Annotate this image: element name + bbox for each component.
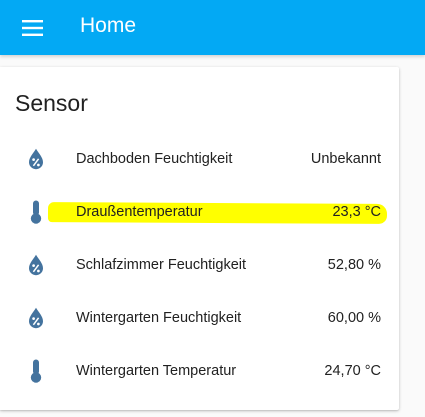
entity-row-wintergarten-feuchtigkeit[interactable]: Wintergarten Feuchtigkeit 60,00 % — [0, 298, 399, 338]
entity-name: Schlafzimmer Feuchtigkeit — [76, 257, 247, 273]
entity-name: Wintergarten Feuchtigkeit — [76, 310, 242, 326]
entity-row-dachboden-feuchtigkeit[interactable]: Dachboden Feuchtigkeit Unbekannt — [0, 139, 399, 179]
page-title: Home — [80, 14, 137, 37]
entity-row-wintergarten-temperatur[interactable]: Wintergarten Temperatur 24,70 °C — [0, 351, 399, 391]
card-title: Sensor — [15, 90, 88, 116]
entity-name: Draußentemperatur — [76, 204, 203, 220]
thermometer-icon — [26, 359, 46, 383]
app-toolbar: Home — [0, 0, 425, 55]
entity-state: 23,3 °C — [332, 204, 381, 220]
menu-button[interactable] — [12, 8, 52, 48]
water-percent-icon — [26, 147, 46, 171]
thermometer-icon — [26, 200, 46, 224]
entity-name: Wintergarten Temperatur — [76, 363, 237, 379]
entity-state: 60,00 % — [327, 310, 381, 326]
water-percent-icon — [26, 253, 46, 277]
hamburger-menu-icon — [21, 20, 43, 36]
water-percent-icon — [26, 306, 46, 330]
entity-state: 52,80 % — [327, 257, 381, 273]
entity-name: Dachboden Feuchtigkeit — [76, 151, 233, 167]
entity-row-draussentemperatur[interactable]: Draußentemperatur 23,3 °C — [0, 192, 399, 232]
entity-row-schlafzimmer-feuchtigkeit[interactable]: Schlafzimmer Feuchtigkeit 52,80 % — [0, 245, 399, 285]
entity-state: Unbekannt — [310, 151, 381, 167]
entity-state: 24,70 °C — [324, 363, 381, 379]
